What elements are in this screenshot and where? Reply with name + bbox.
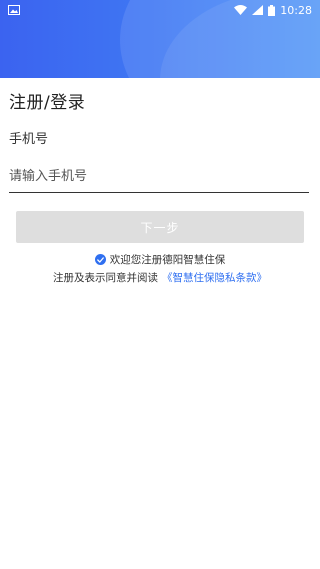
phone-label: 手机号 — [9, 132, 49, 147]
agreement-row: 欢迎您注册德阳智慧住保 — [0, 252, 320, 267]
phone-input[interactable] — [9, 160, 309, 193]
page-title: 注册/登录 — [9, 93, 86, 113]
wifi-icon — [234, 5, 248, 15]
image-notification-icon — [8, 5, 20, 15]
privacy-terms-link[interactable]: 《智慧住保隐私条款》 — [162, 270, 267, 285]
signal-icon — [252, 5, 264, 15]
next-button[interactable]: 下一步 — [16, 211, 304, 243]
login-screen: 10:28 注册/登录 手机号 下一步 欢迎您注册德阳智慧住保 注册及表示同意并… — [0, 0, 320, 569]
status-bar: 10:28 — [0, 0, 320, 20]
header-banner: 10:28 — [0, 0, 320, 78]
status-time: 10:28 — [280, 3, 312, 17]
battery-icon — [268, 4, 276, 16]
terms-prefix: 注册及表示同意并阅读 — [53, 272, 158, 284]
checkbox-checked-icon[interactable] — [94, 254, 106, 265]
terms-row: 注册及表示同意并阅读 《智慧住保隐私条款》 — [0, 270, 320, 285]
consent-text: 欢迎您注册德阳智慧住保 — [109, 254, 226, 266]
